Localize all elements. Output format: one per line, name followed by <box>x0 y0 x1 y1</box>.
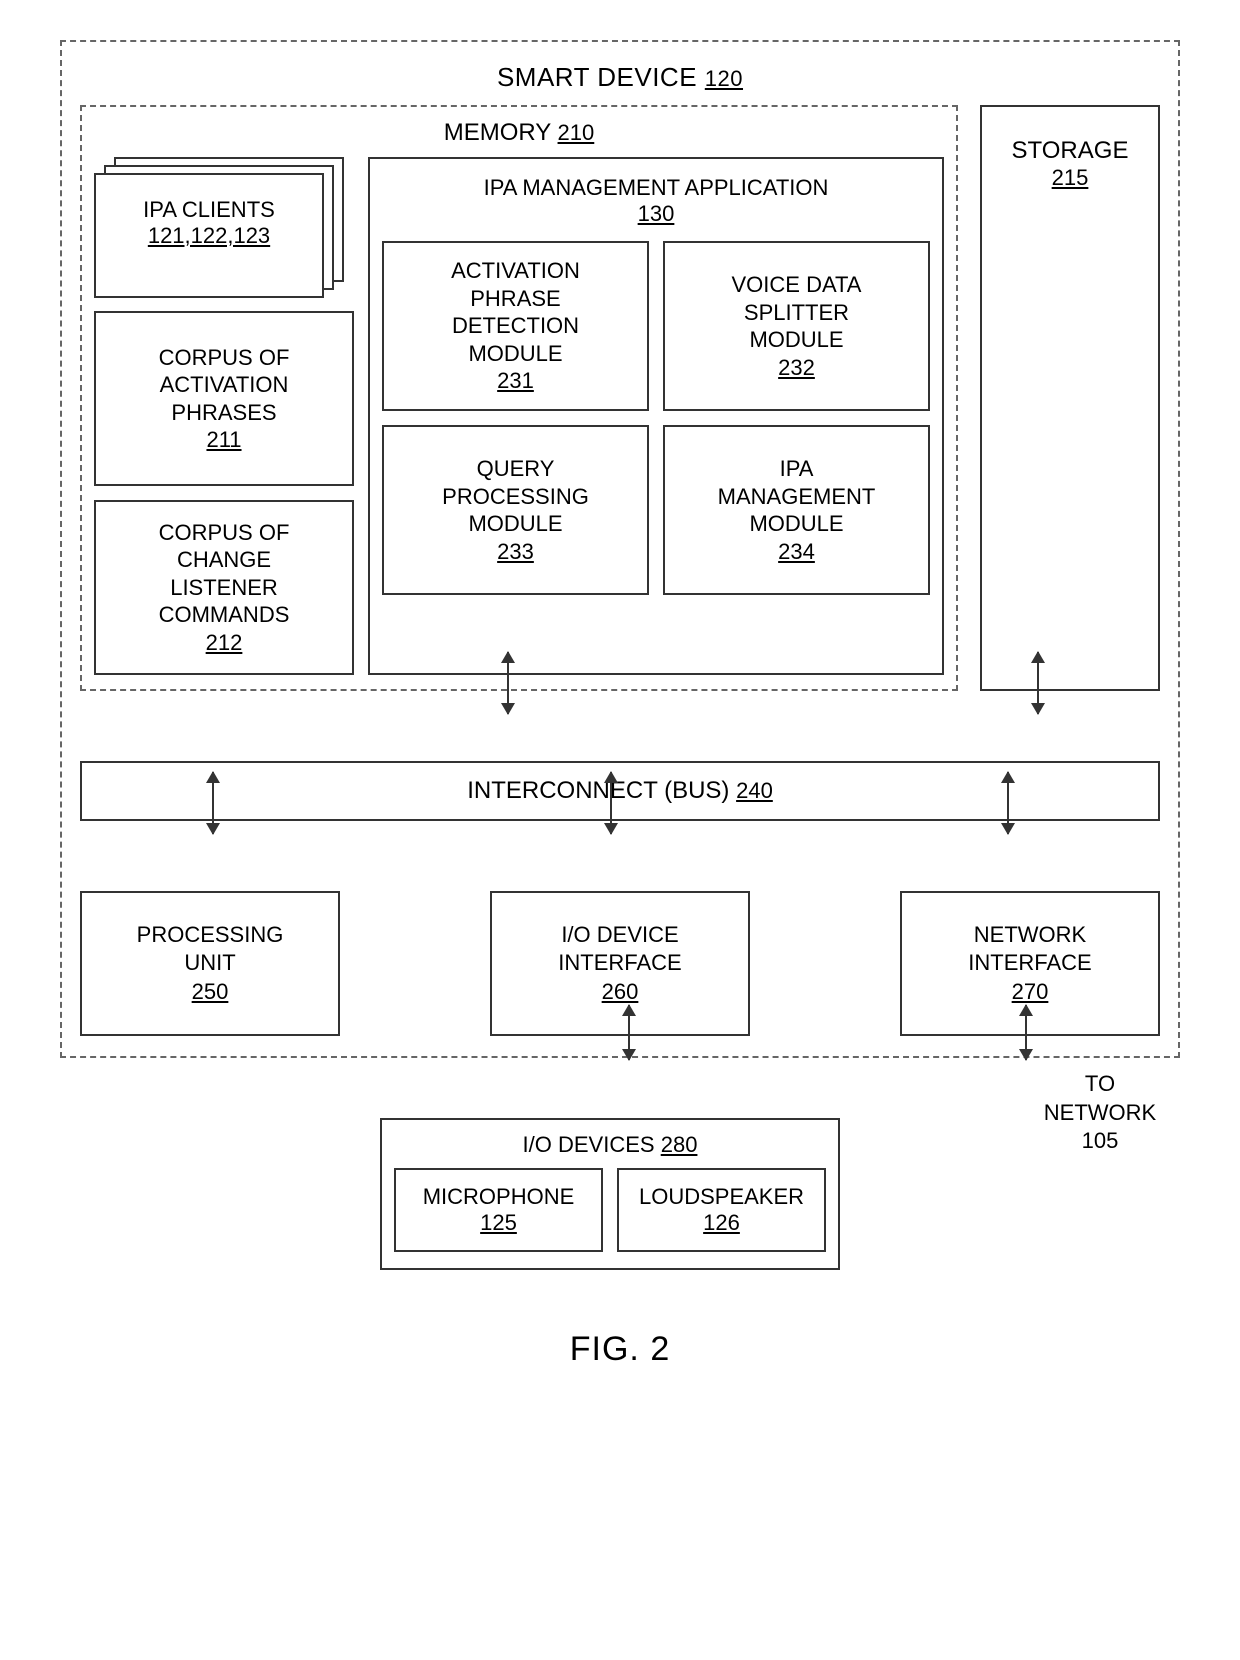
microphone-num: 125 <box>480 1210 517 1236</box>
smart-device-title: SMART DEVICE 120 <box>80 62 1160 93</box>
microphone-box: MICROPHONE 125 <box>394 1168 603 1252</box>
arrow-ioif-iodev <box>628 1005 630 1060</box>
storage-box: STORAGE 215 <box>980 105 1160 691</box>
io-interface-box: I/O DEVICE INTERFACE 260 <box>490 891 750 1036</box>
memory-label: MEMORY <box>444 119 551 146</box>
arrow-netif-network <box>1025 1005 1027 1060</box>
io-devices-title: I/O DEVICES 280 <box>394 1132 826 1158</box>
io-devices-container: I/O DEVICES 280 MICROPHONE 125 LOUDSPEAK… <box>380 1118 840 1270</box>
ipa-app-title: IPA MANAGEMENT APPLICATION 130 <box>382 175 930 227</box>
voice-splitter-module: VOICE DATA SPLITTER MODULE 232 <box>663 241 930 411</box>
query-processing-module: QUERY PROCESSING MODULE 233 <box>382 425 649 595</box>
bus-label: INTERCONNECT (BUS) <box>467 777 729 804</box>
ipa-app-container: IPA MANAGEMENT APPLICATION 130 ACTIVATIO… <box>368 157 944 675</box>
arrow-storage-bus <box>1037 652 1039 714</box>
loudspeaker-box: LOUDSPEAKER 126 <box>617 1168 826 1252</box>
processing-unit-box: PROCESSING UNIT 250 <box>80 891 340 1036</box>
to-network-label: TO NETWORK 105 <box>1000 1070 1200 1156</box>
ipa-app-label: IPA MANAGEMENT APPLICATION <box>382 175 930 201</box>
ipa-app-num: 130 <box>382 201 930 227</box>
ipa-clients-label: IPA CLIENTS <box>96 197 322 223</box>
microphone-label: MICROPHONE <box>423 1184 575 1210</box>
io-devices-num: 280 <box>661 1132 698 1157</box>
arrow-bus-ioif <box>610 772 612 834</box>
ipa-clients-box: IPA CLIENTS 121,122,123 <box>94 173 324 298</box>
loudspeaker-num: 126 <box>703 1210 740 1236</box>
figure-label: FIG. 2 <box>60 1330 1180 1369</box>
smart-device-num: 120 <box>705 66 743 91</box>
corpus-activation-box: CORPUS OF ACTIVATION PHRASES 211 <box>94 311 354 486</box>
ipa-clients-nums: 121,122,123 <box>96 223 322 249</box>
bus-num: 240 <box>736 778 773 803</box>
io-devices-label: I/O DEVICES <box>523 1132 655 1157</box>
arrow-bus-proc <box>212 772 214 834</box>
ipa-clients-stack: IPA CLIENTS 121,122,123 <box>94 157 354 297</box>
arrow-bus-netif <box>1007 772 1009 834</box>
smart-device-label: SMART DEVICE <box>497 62 697 92</box>
loudspeaker-label: LOUDSPEAKER <box>639 1184 804 1210</box>
storage-num: 215 <box>982 165 1158 191</box>
memory-num: 210 <box>558 120 595 145</box>
storage-label: STORAGE <box>982 137 1158 165</box>
activation-detection-module: ACTIVATION PHRASE DETECTION MODULE 231 <box>382 241 649 411</box>
arrow-memory-bus <box>507 652 509 714</box>
corpus-change-box: CORPUS OF CHANGE LISTENER COMMANDS 212 <box>94 500 354 675</box>
memory-container: MEMORY 210 IPA CLIENTS 121,122,123 <box>80 105 958 691</box>
bus-box: INTERCONNECT (BUS) 240 <box>80 761 1160 821</box>
ipa-management-module: IPA MANAGEMENT MODULE 234 <box>663 425 930 595</box>
smart-device-container: SMART DEVICE 120 MEMORY 210 IPA CLIENTS <box>60 40 1180 1058</box>
memory-title: MEMORY 210 <box>94 119 944 147</box>
